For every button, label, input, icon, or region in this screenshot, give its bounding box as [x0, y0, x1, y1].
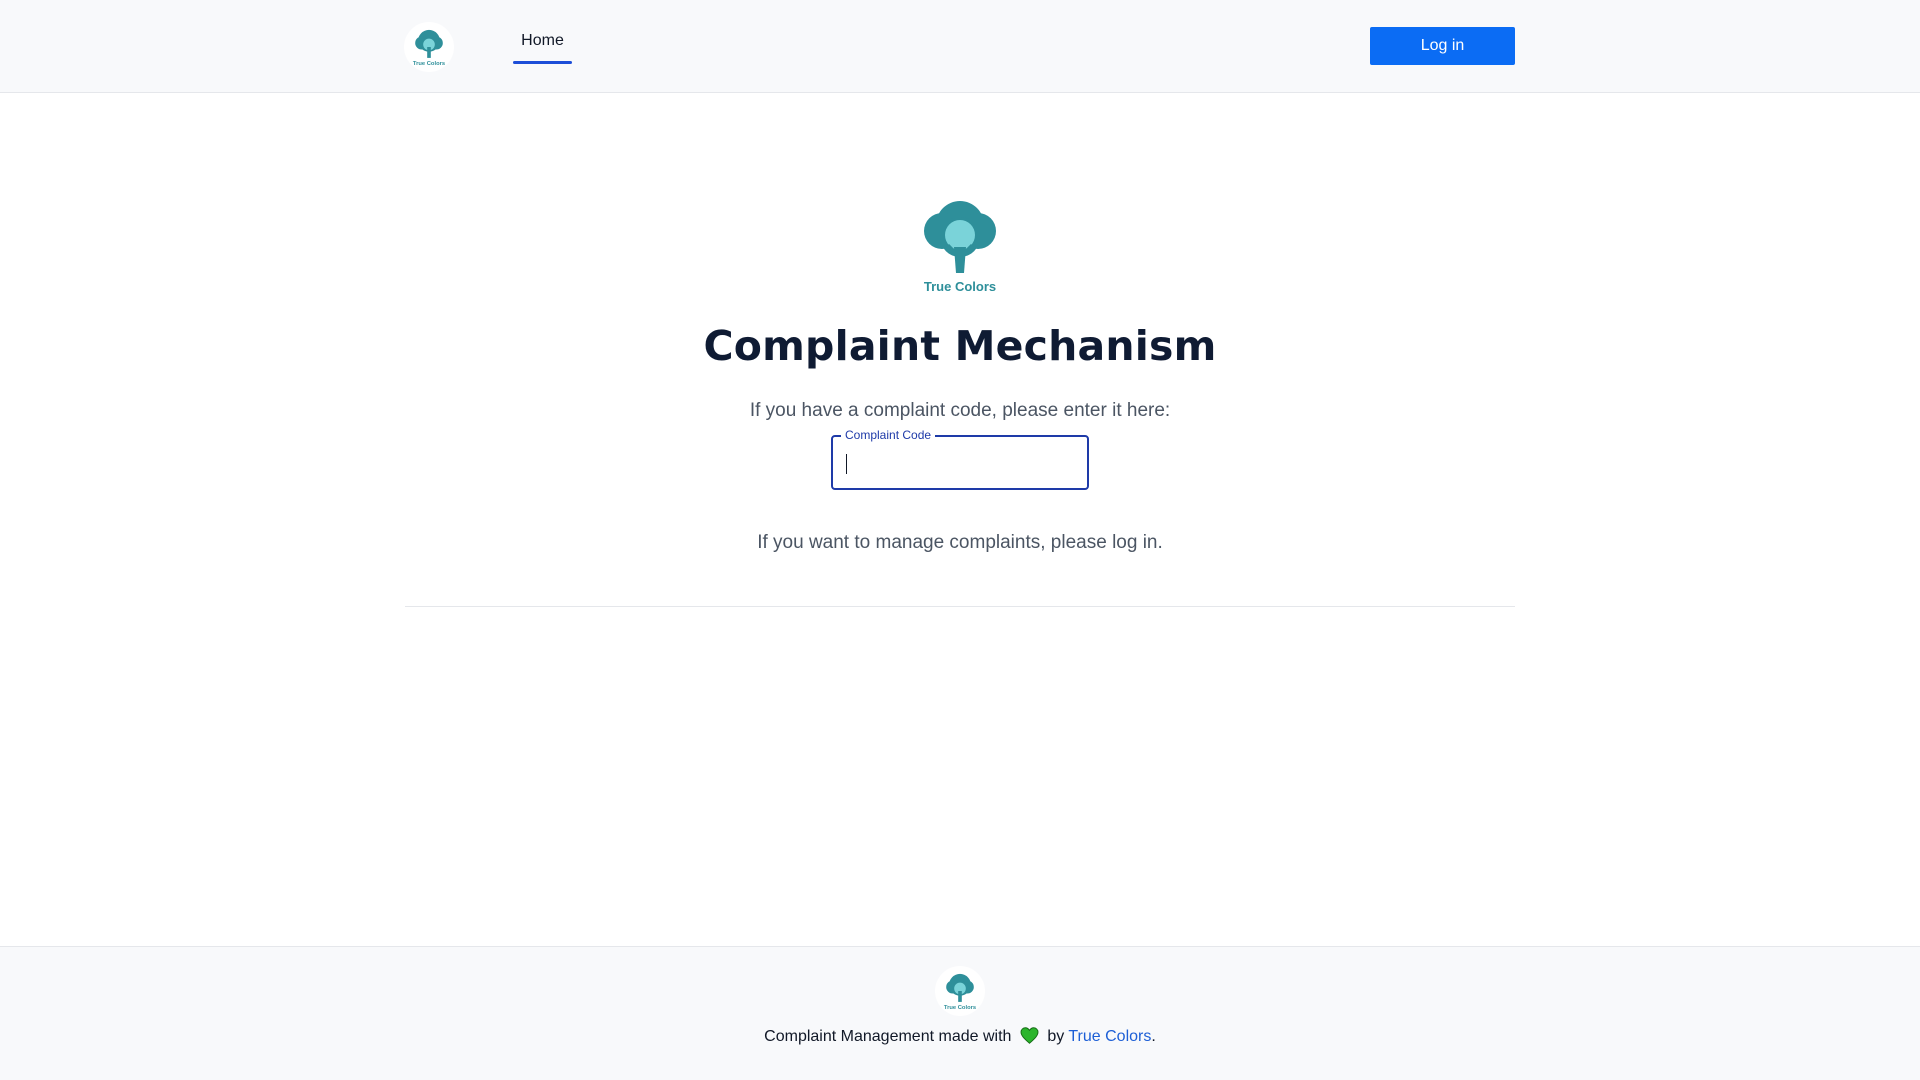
nav-logo-text: True Colors — [413, 61, 445, 67]
tree-icon: True Colors — [944, 973, 976, 1011]
complaint-code-label: Complaint Code — [841, 428, 936, 442]
footer-credit: Complaint Management made with by True C… — [0, 1025, 1920, 1049]
hero-logo: True Colors — [910, 195, 1010, 305]
heart-icon — [1020, 1027, 1039, 1044]
complaint-code-input[interactable] — [845, 447, 1075, 477]
tree-icon: True Colors — [413, 29, 445, 67]
footer-logo-text: True Colors — [944, 1005, 976, 1011]
code-prompt: If you have a complaint code, please ent… — [749, 400, 1171, 421]
text-caret — [846, 454, 847, 474]
footer-by: by — [1047, 1028, 1065, 1045]
footer: True Colors Complaint Management made wi… — [0, 946, 1920, 1080]
divider — [405, 606, 1515, 607]
nav-logo[interactable]: True Colors — [404, 22, 454, 72]
complaint-code-field: Complaint Code — [831, 428, 1089, 490]
tree-icon: True Colors — [924, 201, 996, 294]
footer-period: . — [1151, 1028, 1156, 1045]
footer-text: Complaint Management made with — [764, 1028, 1012, 1045]
footer-logo: True Colors — [935, 966, 985, 1016]
manage-prompt: If you want to manage complaints, please… — [757, 532, 1163, 553]
login-button[interactable]: Log in — [1370, 27, 1515, 65]
top-navbar: True Colors Home Log in — [0, 0, 1920, 93]
true-colors-link[interactable]: True Colors — [1068, 1028, 1151, 1045]
tab-home[interactable]: Home — [513, 25, 572, 64]
page-title: Complaint Mechanism — [703, 322, 1217, 370]
hero-logo-text: True Colors — [924, 279, 996, 294]
